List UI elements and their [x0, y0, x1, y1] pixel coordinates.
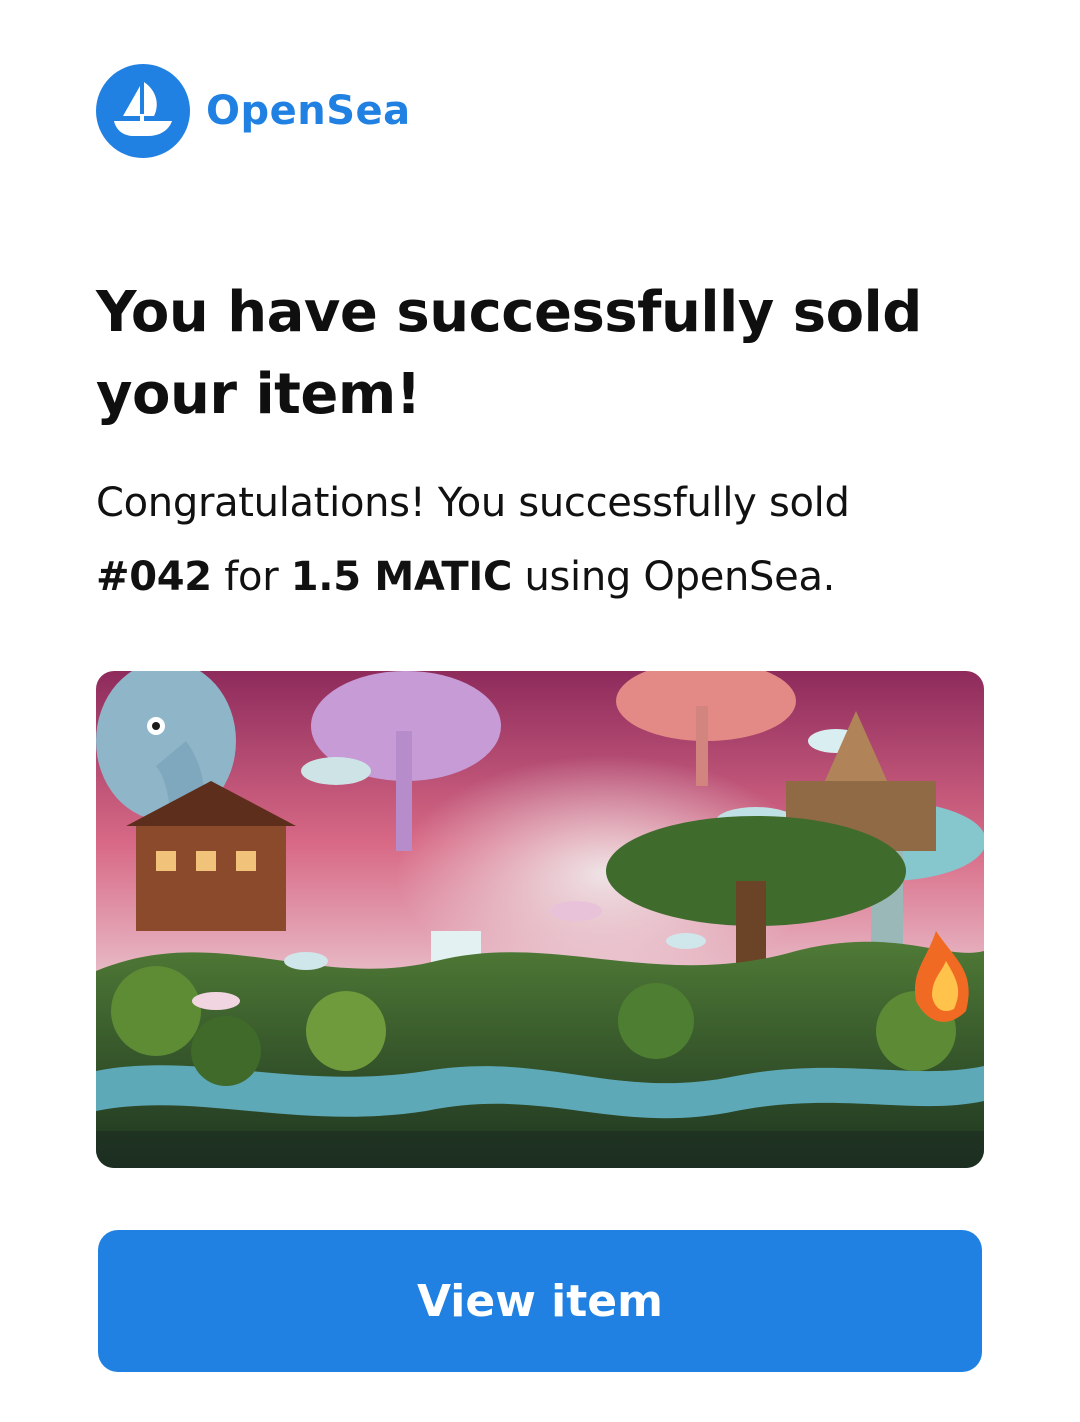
message-tail: using OpenSea. — [524, 554, 836, 600]
sale-price: 1.5 MATIC — [290, 554, 513, 600]
message-lead: Congratulations! You successfully sold — [96, 480, 850, 526]
opensea-logo-icon — [96, 64, 190, 158]
page-title: You have successfully sold your item! — [96, 280, 922, 427]
brand-header: OpenSea — [96, 64, 411, 158]
sale-message: Congratulations! You successfully sold #0… — [96, 466, 996, 614]
view-item-button[interactable]: View item — [98, 1230, 982, 1372]
message-for: for — [224, 554, 279, 600]
item-id: #042 — [96, 554, 212, 600]
nft-artwork-image[interactable] — [96, 671, 984, 1168]
brand-name: OpenSea — [206, 88, 411, 134]
